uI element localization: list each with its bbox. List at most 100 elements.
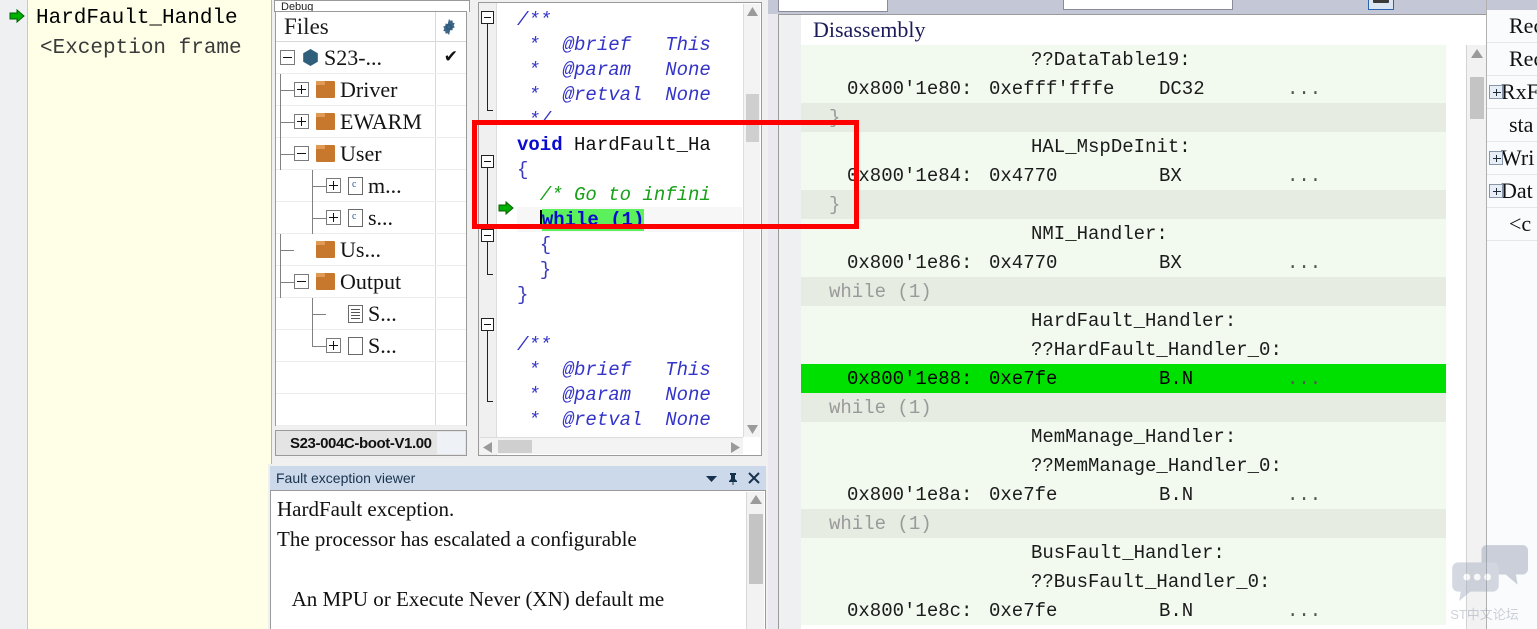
files-tree-item[interactable]: Output bbox=[276, 266, 466, 298]
fault-viewer-titlebar[interactable]: Fault exception viewer bbox=[270, 466, 766, 490]
files-tree-item[interactable]: S... bbox=[276, 298, 466, 330]
disassembly-vertical-scroll-thumb[interactable] bbox=[1470, 77, 1484, 119]
disassembly-label-row[interactable]: HardFault_Handler: bbox=[801, 306, 1446, 335]
editor-line[interactable]: * @param None bbox=[517, 57, 742, 82]
scroll-up-icon[interactable] bbox=[750, 495, 762, 504]
watch-row[interactable]: RxF bbox=[1487, 76, 1537, 109]
disassembly-view[interactable]: Disassembly ??DataTable19: 0x800'1e80: 0xe… bbox=[778, 14, 1486, 629]
editor-line[interactable]: } bbox=[517, 257, 742, 282]
scroll-up-icon[interactable] bbox=[747, 7, 758, 16]
editor-line[interactable]: { bbox=[517, 157, 742, 182]
editor-line[interactable]: * @brief This bbox=[517, 357, 742, 382]
disassembly-instruction-row[interactable]: 0x800'1e8a: 0xe7fe B.N... bbox=[801, 480, 1446, 509]
disassembly-label-row[interactable]: ??MemManage_Handler_0: bbox=[801, 451, 1446, 480]
gear-icon[interactable] bbox=[440, 18, 458, 36]
disassembly-source-row[interactable]: while (1) bbox=[801, 277, 1446, 306]
files-tree-item[interactable]: User bbox=[276, 138, 466, 170]
editor-line[interactable]: * @retval None bbox=[517, 407, 742, 432]
editor-fold-margin[interactable] bbox=[479, 3, 497, 455]
editor-line[interactable]: void HardFault_Ha bbox=[517, 132, 742, 157]
editor-line[interactable]: /* Go to infini bbox=[517, 182, 742, 207]
disassembly-instruction-row[interactable]: 0x800'1e80: 0xefff'fffe DC32... bbox=[801, 74, 1446, 103]
toolbar-button[interactable] bbox=[1368, 0, 1394, 10]
fault-viewer-body[interactable]: HardFault exception. The processor has es… bbox=[270, 490, 766, 629]
fold-toggle-icon[interactable] bbox=[481, 155, 494, 168]
editor-vertical-scrollbar[interactable] bbox=[743, 4, 760, 437]
call-stack-row[interactable]: HardFault_Handle bbox=[28, 4, 271, 32]
watch-row[interactable]: Dat bbox=[1487, 175, 1537, 208]
disassembly-label-row[interactable]: HAL_MspDeInit: bbox=[801, 132, 1446, 161]
files-tree-item[interactable]: EWARM bbox=[276, 106, 466, 138]
editor-text-area[interactable]: /** * @brief This * @param None * @retva… bbox=[517, 3, 742, 436]
editor-horizontal-scroll-thumb[interactable] bbox=[498, 440, 532, 453]
editor-line[interactable]: * @retval None bbox=[517, 82, 742, 107]
chevron-down-icon[interactable] bbox=[705, 472, 718, 485]
editor-vertical-scroll-thumb[interactable] bbox=[746, 94, 759, 142]
expand-icon[interactable] bbox=[1489, 85, 1503, 99]
call-stack-content[interactable]: HardFault_Handle <Exception frame bbox=[9, 0, 271, 629]
editor-line[interactable]: /** bbox=[517, 7, 742, 32]
editor-line[interactable] bbox=[517, 307, 742, 332]
scroll-down-icon[interactable] bbox=[747, 425, 758, 434]
disassembly-vertical-scrollbar[interactable] bbox=[1466, 45, 1486, 629]
toolbar-field-left[interactable] bbox=[778, 0, 888, 12]
expand-icon[interactable] bbox=[294, 114, 309, 129]
disassembly-source-row[interactable]: while (1) bbox=[801, 393, 1446, 422]
pin-icon[interactable] bbox=[727, 472, 739, 485]
editor-line[interactable]: } bbox=[517, 282, 742, 307]
close-icon[interactable] bbox=[748, 472, 760, 484]
editor-line[interactable]: * @param None bbox=[517, 382, 742, 407]
disassembly-label-row[interactable]: ??DataTable19: bbox=[801, 45, 1446, 74]
disassembly-source-row[interactable]: while (1) bbox=[801, 509, 1446, 538]
editor-horizontal-scrollbar[interactable] bbox=[480, 437, 743, 454]
editor-line[interactable]: */ bbox=[517, 107, 742, 132]
expand-icon[interactable] bbox=[1489, 184, 1503, 198]
files-tree-item[interactable]: m... bbox=[276, 170, 466, 202]
disassembly-current-instruction-row[interactable]: 0x800'1e88: 0xe7fe B.N... bbox=[801, 364, 1446, 393]
disassembly-label-row[interactable]: MemManage_Handler: bbox=[801, 422, 1446, 451]
files-tree-item[interactable]: Us... bbox=[276, 234, 466, 266]
watch-row[interactable]: Rec bbox=[1487, 10, 1537, 43]
workspace-config-bar[interactable]: S23-004C-boot-V1.00 bbox=[275, 430, 467, 456]
files-tree-item[interactable]: Driver bbox=[276, 74, 466, 106]
disassembly-instruction-row[interactable]: 0x800'1e86: 0x4770 BX... bbox=[801, 248, 1446, 277]
fault-viewer-vertical-scroll-thumb[interactable] bbox=[749, 514, 763, 584]
editor-line[interactable]: * @brief This bbox=[517, 32, 742, 57]
toolbar-field-right[interactable] bbox=[1063, 0, 1233, 10]
editor-line[interactable]: */ bbox=[517, 432, 742, 437]
expand-icon[interactable] bbox=[326, 338, 341, 353]
fault-viewer-vertical-scrollbar[interactable] bbox=[746, 492, 764, 629]
collapse-icon[interactable] bbox=[294, 274, 309, 289]
files-tree-item[interactable]: s... bbox=[276, 202, 466, 234]
expand-icon[interactable] bbox=[326, 178, 341, 193]
files-tree-item[interactable]: S... bbox=[276, 330, 466, 362]
files-tree-item[interactable]: S23-... ✔ bbox=[276, 42, 466, 74]
watch-row[interactable]: Wri bbox=[1487, 142, 1537, 175]
watch-row[interactable]: <c bbox=[1487, 208, 1537, 241]
disassembly-label-row[interactable]: BusFault_Handler: bbox=[801, 538, 1446, 567]
scroll-up-icon[interactable] bbox=[1471, 49, 1483, 58]
editor-line[interactable]: /** bbox=[517, 332, 742, 357]
disassembly-label-row[interactable]: ??HardFault_Handler_0: bbox=[801, 335, 1446, 364]
call-stack-row[interactable]: <Exception frame bbox=[28, 34, 271, 62]
watch-row[interactable]: Rec bbox=[1487, 43, 1537, 76]
collapse-icon[interactable] bbox=[294, 146, 309, 161]
expand-icon[interactable] bbox=[294, 82, 309, 97]
disassembly-label-row[interactable]: NMI_Handler: bbox=[801, 219, 1446, 248]
disassembly-instruction-row[interactable]: 0x800'1e84: 0x4770 BX... bbox=[801, 161, 1446, 190]
disassembly-source-row[interactable]: } bbox=[801, 190, 1446, 219]
disassembly-source-row[interactable]: } bbox=[801, 103, 1446, 132]
disassembly-rows[interactable]: ??DataTable19: 0x800'1e80: 0xefff'fffe DC32… bbox=[801, 45, 1446, 629]
expand-icon[interactable] bbox=[326, 210, 341, 225]
editor-line[interactable]: { bbox=[517, 232, 742, 257]
fold-toggle-icon[interactable] bbox=[481, 318, 494, 331]
fold-toggle-icon[interactable] bbox=[481, 11, 494, 24]
expand-icon[interactable] bbox=[1489, 151, 1503, 165]
source-editor[interactable]: /** * @brief This * @param None * @retva… bbox=[478, 2, 762, 456]
fold-toggle-icon[interactable] bbox=[481, 229, 494, 242]
disassembly-instruction-row[interactable]: 0x800'1e8c: 0xe7fe B.N... bbox=[801, 596, 1446, 625]
scroll-right-icon[interactable] bbox=[731, 442, 740, 453]
workspace-config-dropdown[interactable] bbox=[437, 432, 465, 454]
collapse-icon[interactable] bbox=[280, 50, 295, 65]
editor-line[interactable]: while (1) bbox=[517, 207, 742, 232]
